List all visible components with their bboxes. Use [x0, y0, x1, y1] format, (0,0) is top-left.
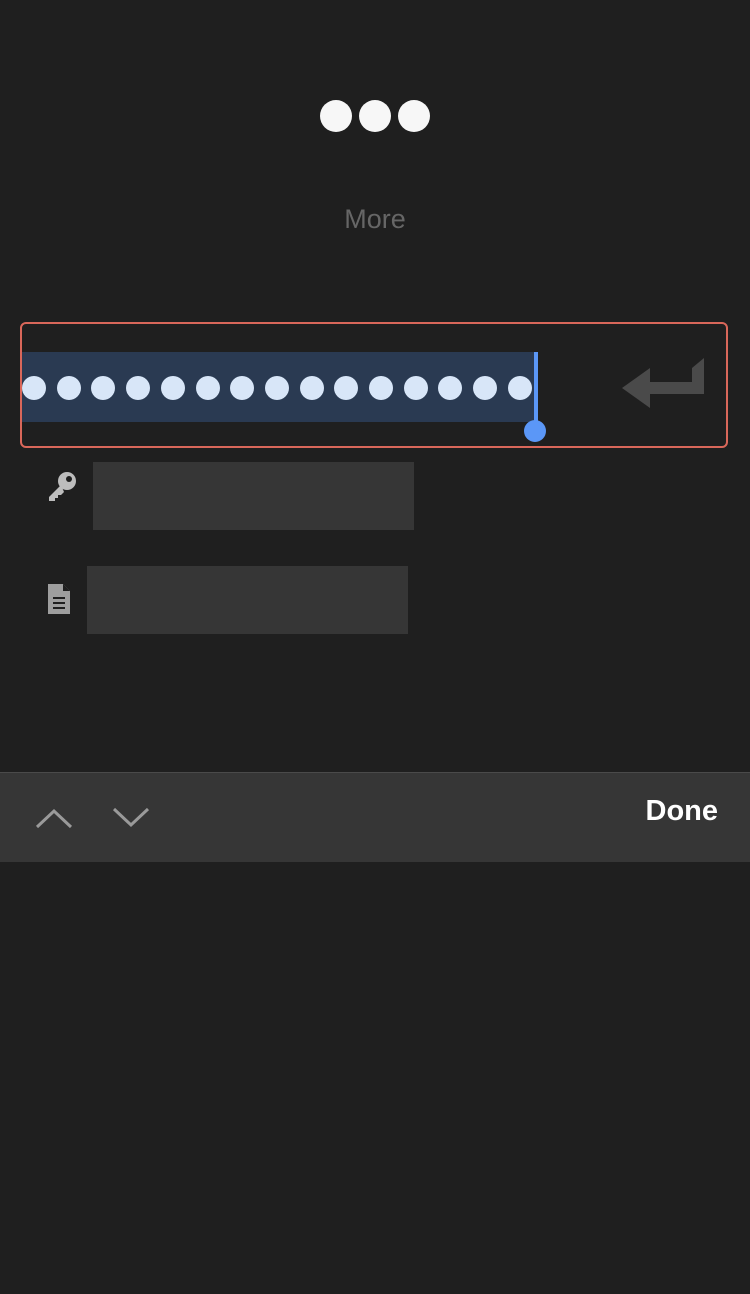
password-dot — [22, 376, 46, 400]
password-dot — [507, 376, 532, 400]
password-dot — [195, 376, 220, 400]
selection-caret[interactable] — [534, 352, 538, 426]
notes-input[interactable] — [87, 566, 408, 634]
return-arrow-icon[interactable] — [620, 358, 710, 414]
key-input[interactable] — [93, 462, 414, 530]
screen: More Done — [0, 0, 750, 1294]
password-field[interactable] — [20, 322, 728, 448]
password-dot — [473, 376, 498, 400]
done-button[interactable]: Done — [646, 795, 719, 828]
password-dot — [334, 376, 359, 400]
more-dot — [398, 100, 430, 132]
password-dot — [403, 376, 428, 400]
password-dot — [91, 376, 116, 400]
more-icon[interactable] — [320, 100, 430, 134]
selection-handle[interactable] — [524, 420, 546, 442]
chevron-down-icon[interactable] — [111, 803, 151, 831]
password-dot — [299, 376, 324, 400]
more-label: More — [344, 204, 406, 234]
password-dot — [126, 376, 151, 400]
masked-password-dots — [22, 376, 536, 400]
key-icon — [49, 472, 76, 501]
password-dot — [160, 376, 185, 400]
document-icon — [48, 584, 70, 614]
keyboard-accessory-toolbar: Done — [0, 772, 750, 862]
more-dot — [359, 100, 391, 132]
chevron-up-icon[interactable] — [34, 803, 74, 831]
password-dot — [230, 376, 255, 400]
password-dot — [56, 376, 81, 400]
password-dot — [369, 376, 393, 400]
password-dot — [438, 376, 463, 400]
password-dot — [264, 376, 289, 400]
more-dot — [320, 100, 352, 132]
